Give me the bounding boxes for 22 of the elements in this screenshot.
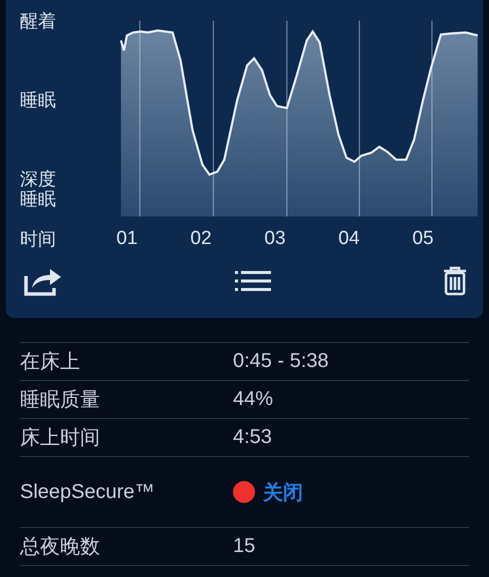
- stat-value: 15: [233, 535, 256, 558]
- stat-value: 44%: [233, 388, 274, 411]
- status-value[interactable]: 关闭: [263, 478, 303, 506]
- stat-label: 床上时间: [20, 426, 101, 451]
- stat-label: 在床上: [20, 350, 81, 375]
- hour-label: 05: [411, 228, 435, 250]
- axis-label: 睡眠: [20, 91, 57, 111]
- axis-label: 深度睡眠: [20, 170, 57, 210]
- axis-label: 时间: [19, 228, 57, 251]
- trash-icon[interactable]: [443, 266, 467, 296]
- stat-label: 总夜晚数: [20, 535, 101, 560]
- list-icon[interactable]: [234, 270, 270, 292]
- stat-value: 0:45 - 5:38: [233, 350, 330, 373]
- share-icon[interactable]: [24, 266, 62, 296]
- hour-label: 03: [263, 228, 287, 250]
- hour-label: 01: [115, 228, 139, 250]
- axis-label: 醒着: [20, 12, 57, 32]
- stat-label: SleepSecure™: [20, 480, 156, 504]
- hour-label: 02: [189, 228, 213, 250]
- stat-label: 睡眠质量: [20, 388, 101, 413]
- hour-label: 04: [337, 228, 361, 250]
- stat-value: 4:53: [233, 426, 273, 449]
